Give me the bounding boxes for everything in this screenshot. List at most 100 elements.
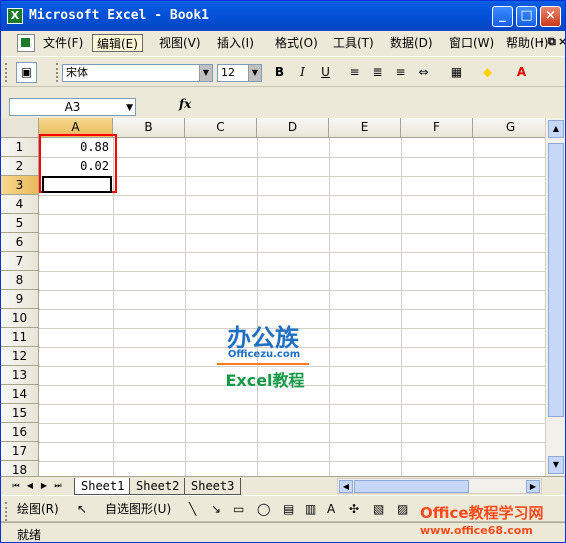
underline-button[interactable]: U xyxy=(315,62,336,83)
vertical-textbox-icon[interactable]: ▥ xyxy=(305,501,316,518)
scroll-down-icon[interactable]: ▼ xyxy=(548,456,564,474)
next-sheet-icon[interactable]: ▶ xyxy=(37,479,51,493)
menu-view[interactable]: 视图(V) xyxy=(155,34,205,52)
menu-tools[interactable]: 工具(T) xyxy=(329,34,378,52)
diagram-icon[interactable]: ✣ xyxy=(349,501,359,518)
font-size-combo[interactable]: 12 ▼ xyxy=(217,64,262,82)
column-header-e[interactable]: E xyxy=(329,118,401,138)
row-header-7[interactable]: 7 xyxy=(1,252,39,271)
merge-center-icon[interactable]: ⇔ xyxy=(413,62,434,83)
select-objects-icon[interactable]: ↖ xyxy=(77,501,87,518)
borders-icon[interactable]: ▦ xyxy=(446,62,467,83)
scroll-left-icon[interactable]: ◀ xyxy=(339,480,353,493)
textbox-icon[interactable]: ▤ xyxy=(283,501,294,518)
previous-sheet-icon[interactable]: ◀ xyxy=(23,479,37,493)
row-header-11[interactable]: 11 xyxy=(1,328,39,347)
grid-horizontal-line xyxy=(39,404,549,405)
name-box[interactable]: A3 ▼ xyxy=(9,98,136,116)
menu-insert[interactable]: 插入(I) xyxy=(213,34,258,52)
row-header-16[interactable]: 16 xyxy=(1,423,39,442)
horizontal-scroll-thumb[interactable] xyxy=(354,480,469,493)
document-restore-button[interactable]: ⧉ xyxy=(548,35,556,49)
vertical-scrollbar[interactable]: ▲ ▼ xyxy=(545,118,565,476)
rectangle-icon[interactable]: ▭ xyxy=(233,501,244,518)
align-right-icon[interactable]: ≡ xyxy=(390,62,411,83)
row-header-8[interactable]: 8 xyxy=(1,271,39,290)
first-sheet-icon[interactable]: ⏮ xyxy=(9,479,23,493)
wordart-icon[interactable]: A xyxy=(327,501,335,518)
column-header-b[interactable]: B xyxy=(113,118,185,138)
bold-button[interactable]: B xyxy=(269,62,290,83)
grid-horizontal-line xyxy=(39,252,549,253)
name-box-value: A3 xyxy=(64,100,81,114)
document-icon[interactable] xyxy=(17,34,35,52)
menu-edit[interactable]: 编辑(E) xyxy=(92,34,143,52)
row-header-3[interactable]: 3 xyxy=(1,176,39,195)
save-icon[interactable]: ▣ xyxy=(16,62,37,83)
grid-horizontal-line xyxy=(39,442,549,443)
document-close-button[interactable]: × xyxy=(558,35,565,48)
arrow-icon[interactable]: ↘ xyxy=(211,501,221,518)
font-color-icon[interactable]: A xyxy=(511,62,532,83)
column-header-g[interactable]: G xyxy=(473,118,549,138)
font-size-dropdown-arrow[interactable]: ▼ xyxy=(248,65,261,81)
name-box-dropdown-icon[interactable]: ▼ xyxy=(126,100,133,116)
horizontal-scrollbar[interactable]: ◀ ▶ xyxy=(337,478,542,494)
row-header-17[interactable]: 17 xyxy=(1,442,39,461)
function-icon[interactable]: fx xyxy=(179,97,191,111)
fill-color-icon[interactable]: ◆ xyxy=(477,62,498,83)
row-header-18[interactable]: 18 xyxy=(1,461,39,476)
italic-button[interactable]: I xyxy=(292,62,313,83)
last-sheet-icon[interactable]: ⏭ xyxy=(51,479,65,493)
column-header-f[interactable]: F xyxy=(401,118,473,138)
font-name-dropdown-arrow[interactable]: ▼ xyxy=(199,65,212,81)
logo-sub-text: Officezu.com xyxy=(227,349,301,360)
align-center-icon[interactable]: ≣ xyxy=(367,62,388,83)
vertical-scroll-thumb[interactable] xyxy=(548,143,564,417)
draw-menu[interactable]: 绘图(R) xyxy=(17,501,59,518)
select-all-corner[interactable] xyxy=(1,118,39,138)
column-header-c[interactable]: C xyxy=(185,118,257,138)
menu-format[interactable]: 格式(O) xyxy=(271,34,322,52)
drawing-toolbar-grip[interactable] xyxy=(5,502,8,521)
oval-icon[interactable]: ◯ xyxy=(257,501,270,518)
clipart-icon[interactable]: ▧ xyxy=(373,501,384,518)
row-header-9[interactable]: 9 xyxy=(1,290,39,309)
row-header-4[interactable]: 4 xyxy=(1,195,39,214)
row-header-10[interactable]: 10 xyxy=(1,309,39,328)
worksheet-grid[interactable]: A B C D E F G 1 2 3 4 5 6 7 8 9 10 11 12… xyxy=(1,118,549,476)
toolbar-grip-2[interactable] xyxy=(56,63,59,82)
formatting-toolbar: ▣ 宋体 ▼ 12 ▼ B I U ≡ ≣ ≡ ⇔ ▦ ◆ A xyxy=(1,56,565,87)
line-icon[interactable]: ╲ xyxy=(189,501,196,518)
minimize-button[interactable]: _ xyxy=(492,6,513,27)
sheet-tab-sheet1[interactable]: Sheet1 xyxy=(74,478,132,495)
excel-window: X Microsoft Excel - Book1 _ □ × 文件(F) 编辑… xyxy=(0,0,566,543)
picture-icon[interactable]: ▨ xyxy=(397,501,408,518)
toolbar-grip[interactable] xyxy=(5,63,8,82)
sheet-tab-sheet2[interactable]: Sheet2 xyxy=(129,478,187,495)
row-header-13[interactable]: 13 xyxy=(1,366,39,385)
autoshapes-menu[interactable]: 自选图形(U) xyxy=(105,501,171,518)
row-header-1[interactable]: 1 xyxy=(1,138,39,157)
sheet-tab-sheet3[interactable]: Sheet3 xyxy=(184,478,242,495)
row-header-14[interactable]: 14 xyxy=(1,385,39,404)
scroll-right-icon[interactable]: ▶ xyxy=(526,480,540,493)
maximize-button[interactable]: □ xyxy=(516,6,537,27)
align-left-icon[interactable]: ≡ xyxy=(344,62,365,83)
row-header-12[interactable]: 12 xyxy=(1,347,39,366)
sheet-tabs-bar: ⏮ ◀ ▶ ⏭ Sheet1 Sheet2 Sheet3 ◀ ▶ xyxy=(1,476,565,495)
font-name-combo[interactable]: 宋体 ▼ xyxy=(62,64,213,82)
scroll-up-icon[interactable]: ▲ xyxy=(548,120,564,138)
row-header-15[interactable]: 15 xyxy=(1,404,39,423)
row-header-2[interactable]: 2 xyxy=(1,157,39,176)
menu-window[interactable]: 窗口(W) xyxy=(445,34,498,52)
menu-help[interactable]: 帮助(H) xyxy=(502,34,552,52)
column-header-d[interactable]: D xyxy=(257,118,329,138)
close-button[interactable]: × xyxy=(540,6,561,27)
title-bar[interactable]: X Microsoft Excel - Book1 _ □ × xyxy=(1,1,565,31)
menu-file[interactable]: 文件(F) xyxy=(39,34,87,52)
menu-data[interactable]: 数据(D) xyxy=(386,34,437,52)
row-header-6[interactable]: 6 xyxy=(1,233,39,252)
document-minimize-button[interactable]: - xyxy=(539,35,544,48)
row-header-5[interactable]: 5 xyxy=(1,214,39,233)
